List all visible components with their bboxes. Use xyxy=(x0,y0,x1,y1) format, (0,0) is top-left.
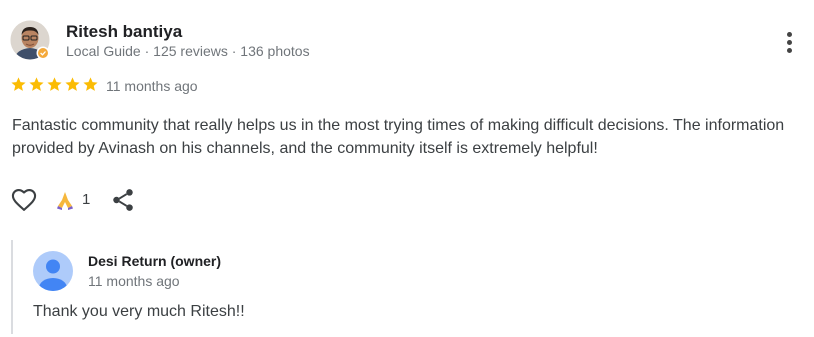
reviewer-name[interactable]: Ritesh bantiya xyxy=(66,22,182,42)
like-button[interactable] xyxy=(10,186,38,214)
star-icon xyxy=(29,77,44,91)
reply-time: 11 months ago xyxy=(88,273,180,289)
review-text: Fantastic community that really helps us… xyxy=(12,117,785,157)
reviewer-avatar[interactable] xyxy=(10,20,50,60)
review-time: 11 months ago xyxy=(106,78,198,94)
star-icon xyxy=(47,77,62,91)
reaction-count: 1 xyxy=(82,191,91,208)
share-icon xyxy=(113,189,133,211)
owner-name: Desi Return (owner) xyxy=(88,253,222,269)
local-guide-badge-icon xyxy=(38,48,48,58)
star-icon xyxy=(83,77,98,91)
heart-outline-icon xyxy=(11,189,37,211)
star-icon xyxy=(11,77,26,91)
share-button[interactable] xyxy=(110,187,136,213)
reply-text: Thank you very much Ritesh!! xyxy=(33,303,245,320)
more-options-button[interactable] xyxy=(776,28,802,56)
reply-divider xyxy=(11,240,13,334)
reviewer-meta: Local Guide · 125 reviews · 136 photos xyxy=(66,43,310,59)
praying-hands-emoji[interactable] xyxy=(54,189,76,211)
star-rating xyxy=(10,76,99,96)
more-vert-icon xyxy=(786,31,792,37)
star-icon xyxy=(65,77,80,91)
owner-avatar[interactable] xyxy=(33,251,73,291)
